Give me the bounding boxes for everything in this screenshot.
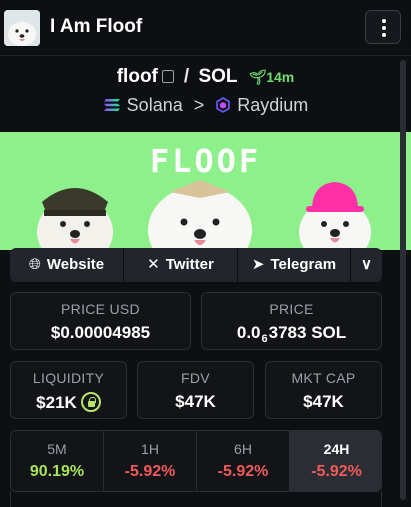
sprout-icon: 🌱︎: [248, 69, 267, 85]
more-menu-button[interactable]: [365, 10, 401, 44]
mkt-cap-value: $47K: [303, 392, 344, 411]
price-native-value: 0.063783 SOL: [236, 323, 347, 345]
liquidity-card: LIQUIDITY $21K: [10, 361, 127, 419]
price-native-card: PRICE 0.063783 SOL: [201, 292, 382, 350]
token-banner: FLOOF: [0, 132, 411, 250]
chain-name[interactable]: Solana: [127, 95, 183, 115]
liquidity-label: LIQUIDITY: [32, 370, 105, 386]
raydium-icon: [216, 97, 231, 113]
timeframe-tabs: 5M 90.19% 1H -5.92% 6H -5.92% 24H -5.92%: [10, 430, 382, 492]
tab-1h[interactable]: 1H -5.92%: [104, 431, 197, 491]
solana-icon: [103, 99, 120, 111]
kebab-menu-icon: [382, 19, 386, 23]
pair-separator: /: [183, 66, 190, 87]
x-logo-icon: ✕: [147, 256, 160, 273]
app-title: I Am Floof: [50, 16, 143, 37]
price-usd-card: PRICE USD $0.00004985: [10, 292, 191, 350]
dex-name[interactable]: Raydium: [237, 95, 308, 115]
socials-expand-button[interactable]: ∨: [351, 248, 382, 282]
stats-panel-edge: [10, 491, 382, 507]
social-links-bar: 🌐︎ Website ✕ Twitter ➤ Telegram ∨: [10, 248, 382, 282]
twitter-link[interactable]: ✕ Twitter: [124, 248, 237, 282]
pair-age: 14m: [266, 69, 295, 85]
telegram-link[interactable]: ➤ Telegram: [238, 248, 350, 282]
price-native-label: PRICE: [269, 301, 314, 317]
price-usd-value: $0.00004985: [50, 323, 151, 342]
telegram-icon: ➤: [251, 256, 265, 273]
price-usd-label: PRICE USD: [61, 301, 140, 317]
tab-24h[interactable]: 24H -5.92%: [290, 431, 381, 491]
tab-5m[interactable]: 5M 90.19%: [11, 431, 104, 491]
fdv-value: $47K: [175, 392, 216, 411]
lock-icon[interactable]: [80, 392, 101, 412]
banner-artwork: [37, 180, 371, 250]
globe-icon: 🌐︎: [28, 256, 41, 273]
app-header: I Am Floof: [0, 0, 411, 56]
change-24h: -5.92%: [311, 463, 362, 480]
liquidity-value: $21K: [11, 392, 126, 413]
token-pair: floof / SOL 🌱︎14m: [0, 66, 411, 88]
quote-symbol: SOL: [198, 66, 238, 87]
change-6h: -5.92%: [217, 463, 269, 480]
scrollbar[interactable]: [400, 60, 406, 500]
change-1h: -5.92%: [124, 463, 176, 480]
fdv-label: FDV: [181, 370, 210, 386]
fdv-card: FDV $47K: [137, 361, 254, 419]
token-avatar: [4, 10, 40, 46]
copy-icon[interactable]: [161, 70, 174, 83]
chain-breadcrumb: Solana > Raydium: [0, 95, 411, 116]
change-5m: 90.19%: [29, 463, 85, 480]
tab-6h[interactable]: 6H -5.92%: [197, 431, 290, 491]
website-link[interactable]: 🌐︎ Website: [10, 248, 123, 282]
token-symbol: floof: [116, 66, 158, 87]
chevron-down-icon: ∨: [361, 256, 372, 273]
mkt-cap-card: MKT CAP $47K: [265, 361, 382, 419]
mkt-cap-label: MKT CAP: [291, 370, 356, 386]
chevron-right-icon: >: [193, 95, 205, 115]
